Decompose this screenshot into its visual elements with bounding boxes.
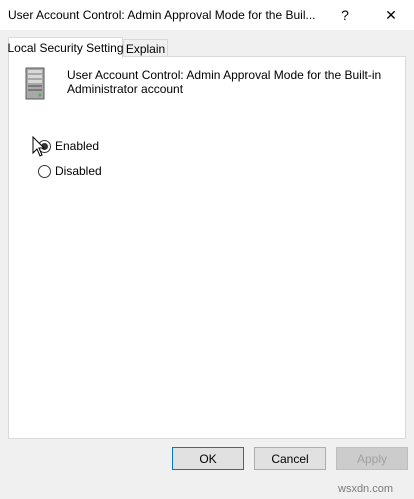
apply-button[interactable]: Apply	[336, 447, 408, 470]
cancel-button[interactable]: Cancel	[254, 447, 326, 470]
disabled-option[interactable]: Disabled	[38, 163, 102, 179]
tab-local-security-setting[interactable]: Local Security Setting	[7, 37, 124, 58]
enabled-label[interactable]: Enabled	[55, 139, 99, 153]
title-bar: User Account Control: Admin Approval Mod…	[0, 0, 414, 30]
help-button[interactable]: ?	[322, 0, 368, 30]
policy-name: User Account Control: Admin Approval Mod…	[67, 68, 382, 96]
close-button[interactable]: ✕	[368, 0, 414, 30]
watermark-text: wsxdn.com	[338, 483, 394, 495]
tab-explain[interactable]: Explain	[123, 39, 168, 57]
enabled-option[interactable]: Enabled	[38, 138, 99, 154]
mouse-pointer-icon	[32, 136, 46, 157]
settings-panel: User Account Control: Admin Approval Mod…	[8, 56, 406, 439]
disabled-label[interactable]: Disabled	[55, 164, 102, 178]
ok-button[interactable]: OK	[172, 447, 244, 470]
disabled-radio[interactable]	[38, 164, 51, 178]
window-title: User Account Control: Admin Approval Mod…	[8, 8, 316, 22]
server-icon	[25, 67, 45, 100]
